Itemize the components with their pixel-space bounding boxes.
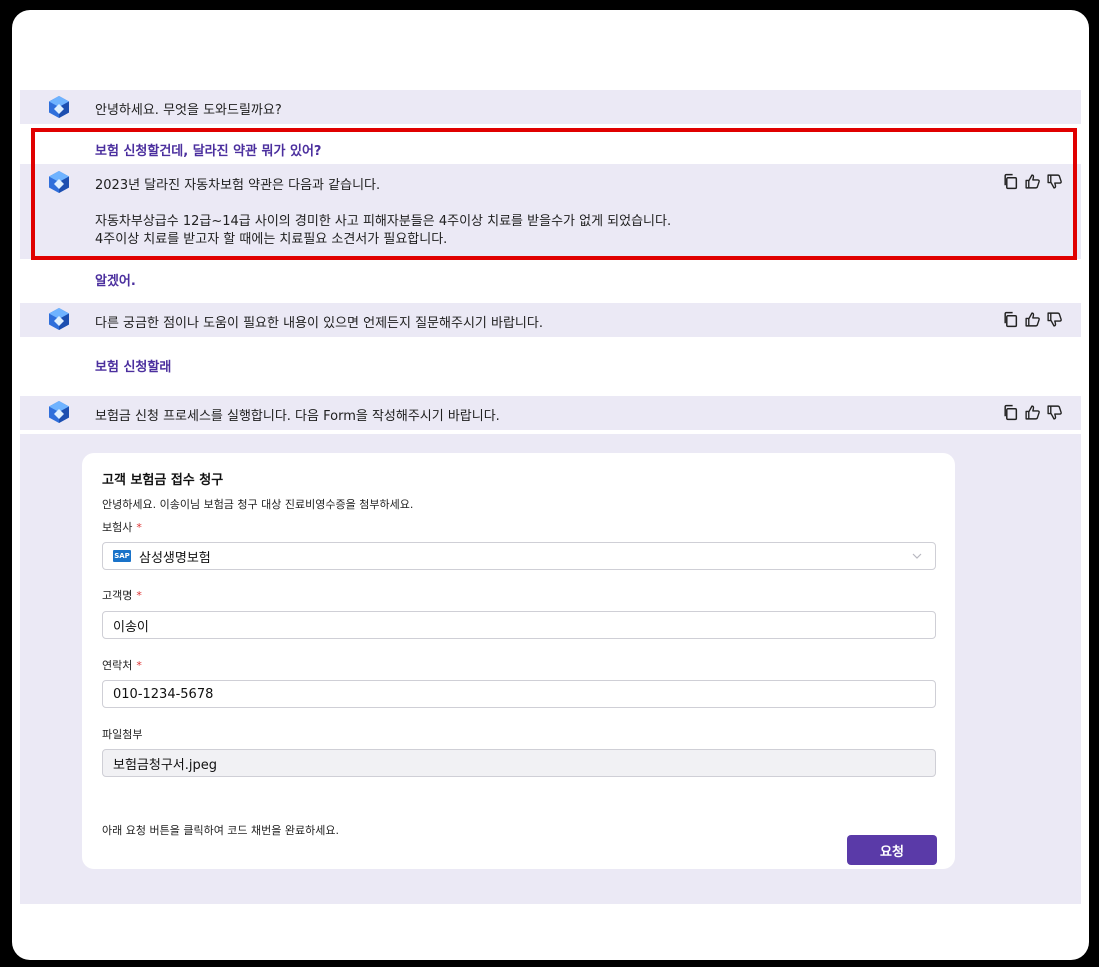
bot-avatar-icon [47, 95, 71, 119]
name-label-text: 고객명 [102, 589, 133, 602]
insurer-label: 보험사 * [102, 519, 142, 535]
thumbs-down-icon[interactable] [1046, 311, 1063, 328]
user-message-text: 보험 신청할래 [95, 360, 172, 375]
customer-name-value: 이송이 [113, 619, 149, 635]
user-message-q2: 알겠어. [20, 262, 1081, 296]
required-mark: * [136, 589, 142, 602]
bot-message-text: 안녕하세요. 무엇을 도와드릴까요? [95, 103, 282, 118]
bot-message-text: 보험금 신청 프로세스를 실행합니다. 다음 Form을 작성해주시기 바랍니다… [95, 409, 500, 424]
file-label: 파일첨부 [102, 726, 142, 742]
thumbs-down-icon[interactable] [1046, 404, 1063, 421]
thumbs-up-icon[interactable] [1024, 311, 1041, 328]
form-description: 안녕하세요. 이송이님 보험금 청구 대상 진료비영수증을 첨부하세요. [102, 498, 414, 511]
insurer-select[interactable]: SAP 삼성생명보험 [102, 542, 936, 570]
bot-message-answer-2: 다른 궁금한 점이나 도움이 필요한 내용이 있으면 언제든지 질문해주시기 바… [20, 303, 1081, 337]
thumbs-up-icon[interactable] [1024, 404, 1041, 421]
bot-avatar-icon [47, 307, 71, 331]
form-title: 고객 보험금 접수 청구 [102, 473, 224, 488]
file-label-text: 파일첨부 [102, 728, 143, 741]
required-mark: * [136, 659, 142, 672]
insurer-selected-value: 삼성생명보험 [139, 550, 211, 566]
form-note: 아래 요청 버튼을 클릭하여 코드 채번을 완료하세요. [102, 824, 339, 837]
bot-message-greeting: 안녕하세요. 무엇을 도와드릴까요? [20, 90, 1081, 124]
required-mark: * [136, 521, 142, 534]
insurer-label-text: 보험사 [102, 521, 133, 534]
chat-window: 안녕하세요. 무엇을 도와드릴까요? 보험 신청할건데, 달라진 약관 뭐가 있… [12, 10, 1089, 960]
chevron-down-icon [912, 553, 922, 559]
user-message-q3: 보험 신청할래 [20, 348, 1081, 382]
copy-icon[interactable] [1002, 311, 1019, 328]
bot-message-answer-3: 보험금 신청 프로세스를 실행합니다. 다음 Form을 작성해주시기 바랍니다… [20, 396, 1081, 430]
message-actions [1002, 311, 1063, 328]
contact-input[interactable]: 010-1234-5678 [102, 680, 936, 708]
contact-label-text: 연락처 [102, 659, 133, 672]
user-message-text: 알겠어. [95, 274, 136, 289]
bot-message-text: 다른 궁금한 점이나 도움이 필요한 내용이 있으면 언제든지 질문해주시기 바… [95, 316, 543, 331]
copy-icon[interactable] [1002, 404, 1019, 421]
file-attachment-field[interactable]: 보험금청구서.jpeg [102, 749, 936, 777]
claim-form: 고객 보험금 접수 청구 안녕하세요. 이송이님 보험금 청구 대상 진료비영수… [82, 453, 955, 869]
customer-name-input[interactable]: 이송이 [102, 611, 936, 639]
message-actions [1002, 404, 1063, 421]
file-name-value: 보험금청구서.jpeg [113, 757, 218, 773]
contact-label: 연락처 * [102, 657, 142, 673]
name-label: 고객명 * [102, 587, 142, 603]
highlight-box [31, 128, 1077, 260]
submit-request-button[interactable]: 요청 [847, 835, 937, 865]
contact-value: 010-1234-5678 [113, 686, 214, 702]
sap-logo-icon: SAP [113, 550, 131, 562]
bot-avatar-icon [47, 400, 71, 424]
